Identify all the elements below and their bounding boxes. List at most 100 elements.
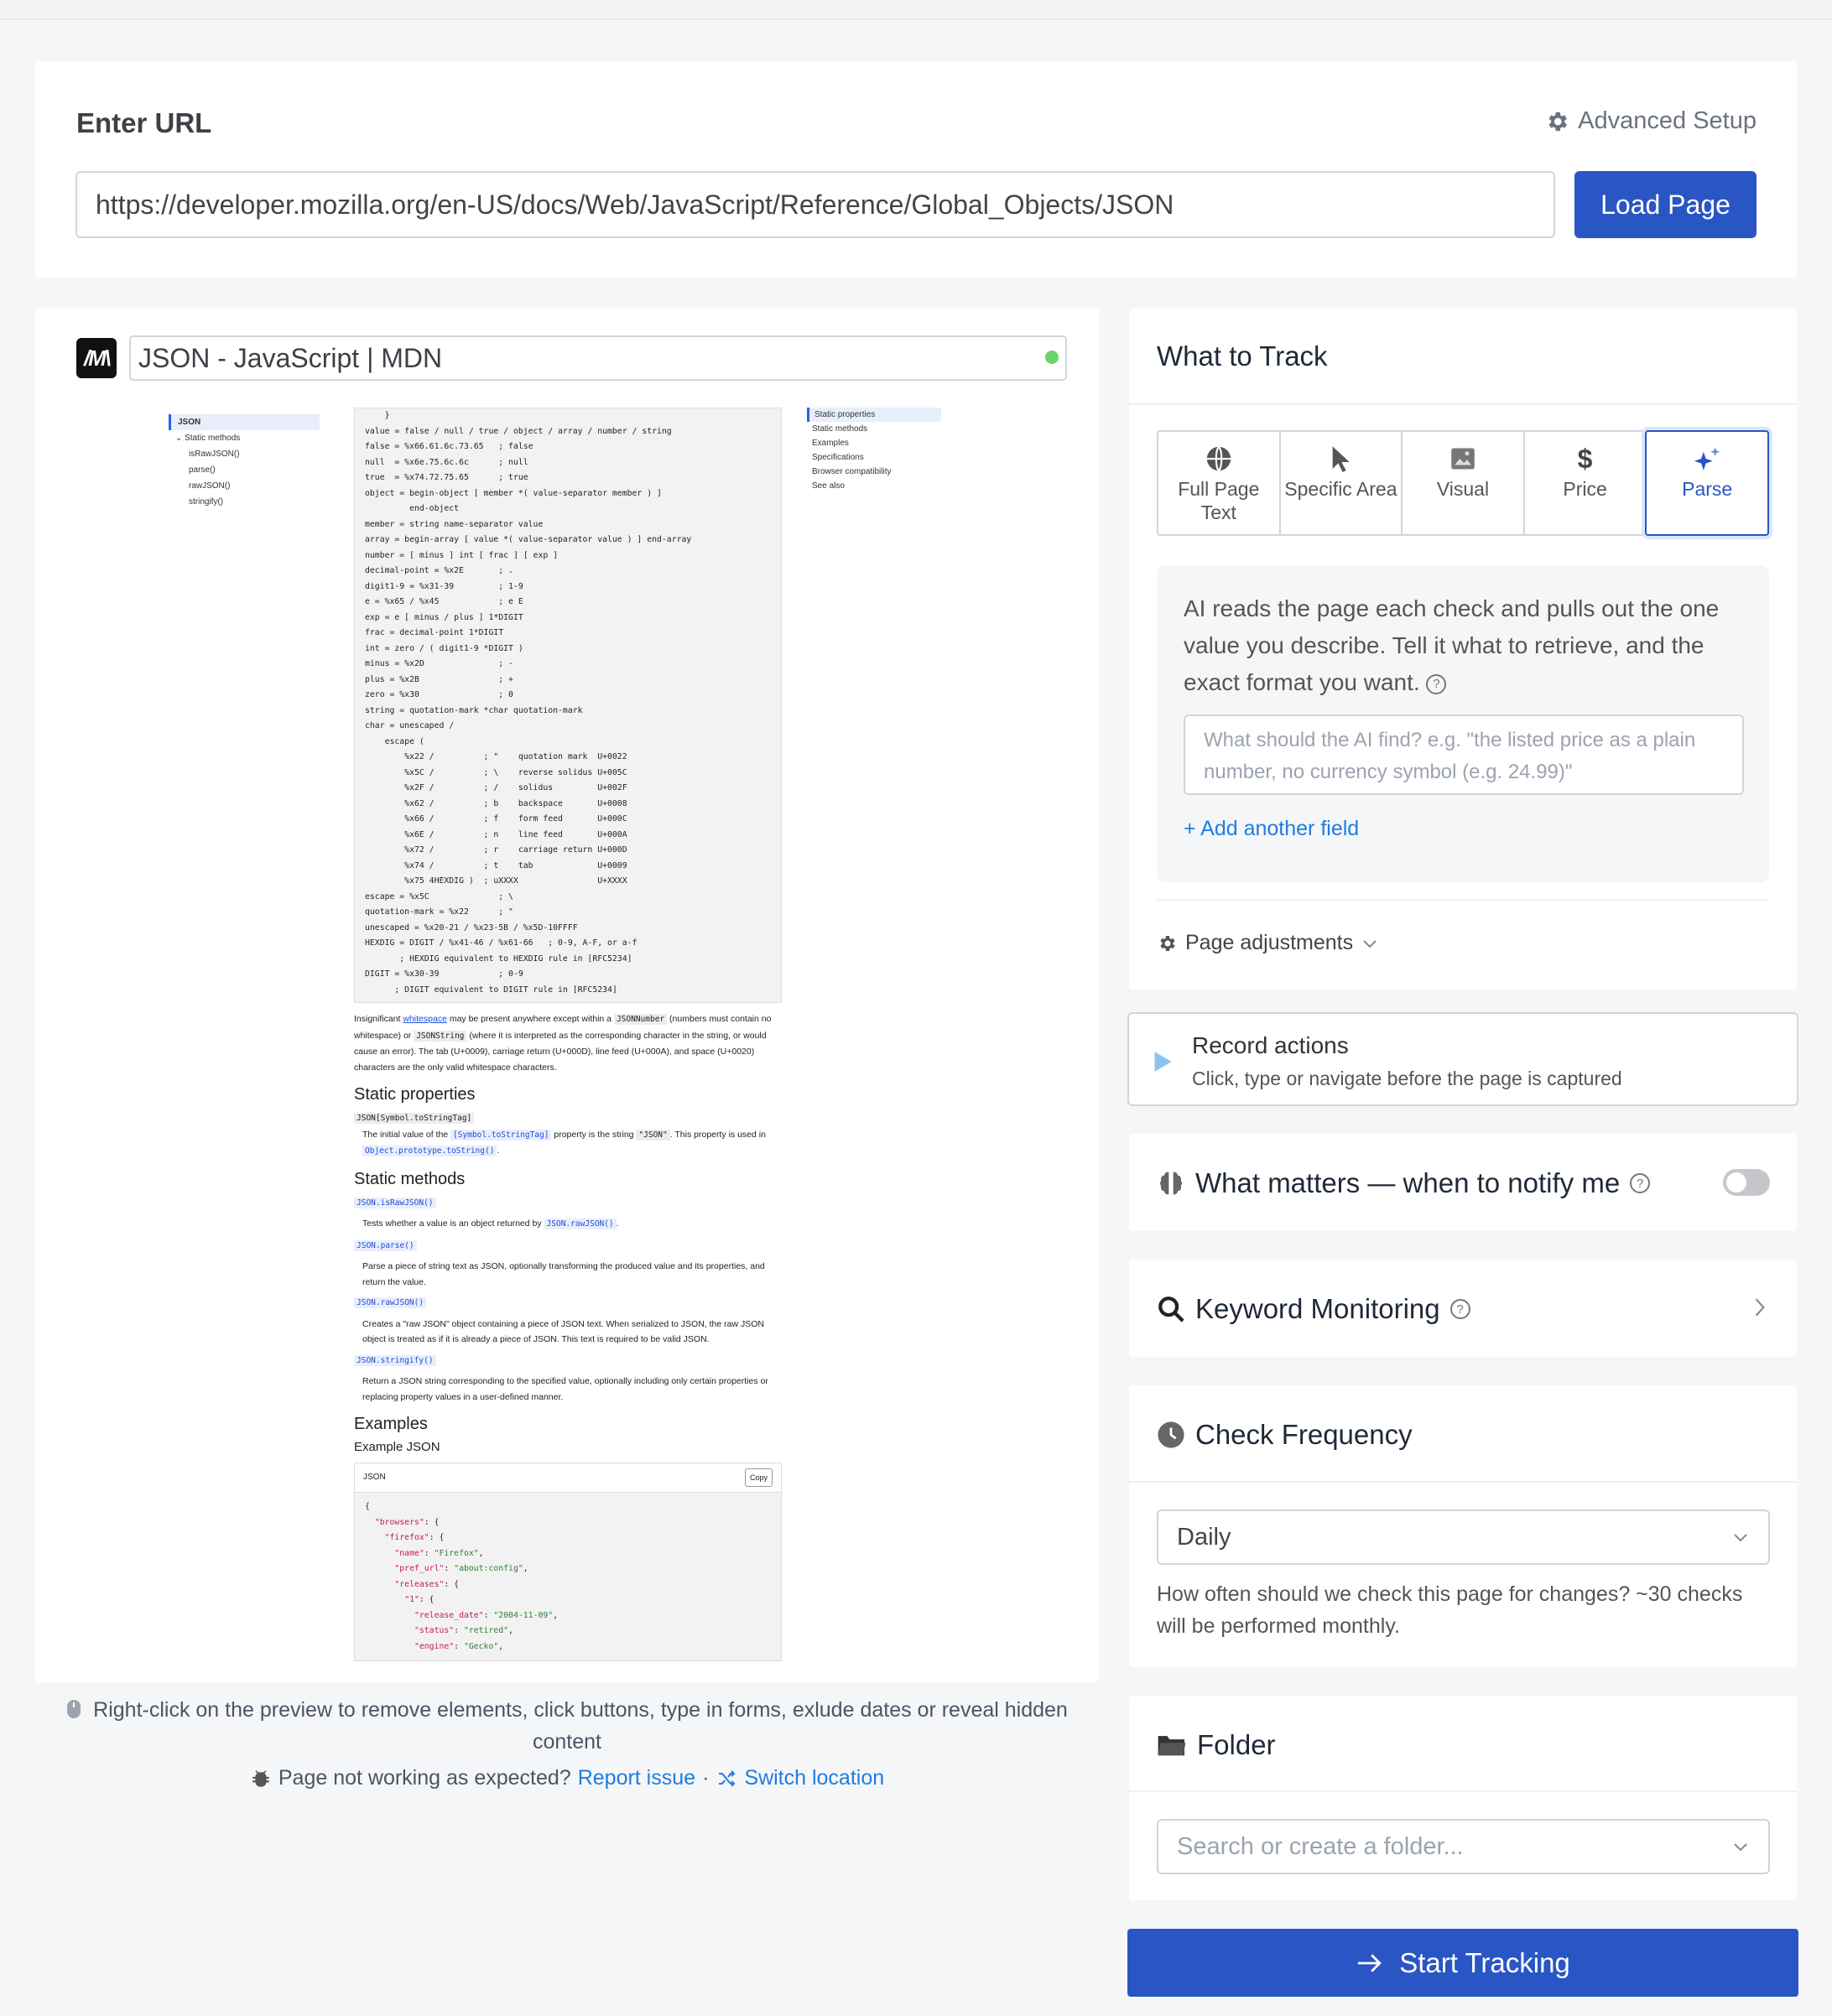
copy-button[interactable]: Copy [744, 1468, 773, 1487]
what-to-track-heading: What to Track [1157, 340, 1328, 372]
static-methods-heading: Static methods [354, 1169, 466, 1188]
json-code-line: "release_date": "2004-11-09", [414, 1610, 559, 1620]
tab-price[interactable]: $ Price [1525, 432, 1647, 534]
doc-toc-item[interactable]: Browser compatibility [807, 465, 941, 479]
add-field-button[interactable]: + Add another field [1184, 817, 1359, 841]
doc-sidebar-item[interactable]: ⌄ Static methods [169, 430, 320, 446]
what-to-track-card: What to Track Full Page Text Specific Ar… [1129, 309, 1797, 990]
tab-label: Parse [1682, 478, 1733, 500]
help-icon[interactable]: ? [1449, 1299, 1470, 1319]
json-code-line: "engine": "Gecko", [414, 1641, 504, 1651]
tab-specific-area[interactable]: Specific Area [1281, 432, 1403, 534]
tab-label: Visual [1436, 478, 1490, 500]
cursor-icon [1333, 446, 1351, 472]
json-code-line: "browsers": { [374, 1517, 440, 1527]
advanced-setup-button[interactable]: Advanced Setup [1544, 107, 1757, 135]
clock-icon [1158, 1421, 1184, 1448]
method-link[interactable]: JSON.rawJSON() [354, 1297, 427, 1308]
method-link[interactable]: JSON.parse() [354, 1239, 417, 1251]
parse-query-input[interactable]: What should the AI find? e.g. "the liste… [1184, 714, 1744, 795]
doc-sidebar-item[interactable]: rawJSON() [169, 478, 320, 494]
frequency-help: How often should we check this page for … [1157, 1582, 1743, 1638]
doc-toc-item[interactable]: See also [807, 479, 941, 493]
sparkles-icon [1694, 447, 1720, 470]
doc-sidebar-item[interactable]: JSON [169, 414, 320, 430]
advanced-setup-label: Advanced Setup [1578, 107, 1757, 134]
chevron-down-icon [1734, 1534, 1747, 1542]
url-card: Enter URL Advanced Setup https://develop… [35, 61, 1797, 278]
url-heading: Enter URL [76, 107, 212, 138]
shuffle-icon [719, 1769, 736, 1787]
json-code: { "browsers": { "firefox": { "name": "Fi… [355, 1493, 781, 1660]
search-icon [1158, 1296, 1184, 1322]
doc-sidebar-item[interactable]: isRawJSON() [169, 446, 320, 462]
doc-toc-item[interactable]: Static methods [807, 422, 941, 436]
record-actions-card[interactable]: Record actions Click, type or navigate b… [1127, 1012, 1798, 1106]
check-frequency-card: Check Frequency Daily How often should w… [1129, 1385, 1797, 1667]
load-page-button[interactable]: Load Page [1574, 171, 1757, 238]
page-title-input[interactable]: JSON - JavaScript | MDN [129, 335, 1067, 381]
tab-full-page-text[interactable]: Full Page Text [1158, 432, 1281, 534]
frequency-value: Daily [1177, 1523, 1231, 1551]
record-actions-title: Record actions [1192, 1032, 1349, 1058]
folder-search-input[interactable]: Search or create a folder... [1157, 1819, 1770, 1874]
mdn-logo-icon: /M\ [76, 338, 117, 378]
keyword-monitoring-card[interactable]: Keyword Monitoring ? [1129, 1260, 1797, 1357]
mouse-icon [67, 1700, 81, 1718]
doc-toc[interactable]: Static properties Static methods Example… [807, 408, 941, 493]
json-code-line: { [365, 1502, 370, 1511]
page-adjustments-toggle[interactable]: Page adjustments [1157, 931, 1378, 955]
tab-parse[interactable]: Parse [1645, 430, 1769, 536]
chevron-down-icon [1734, 1843, 1747, 1852]
frequency-select[interactable]: Daily [1157, 1509, 1770, 1565]
doc-toc-item[interactable]: Examples [807, 436, 941, 450]
tab-label: Full Page Text [1178, 478, 1260, 523]
image-icon [1451, 448, 1475, 470]
method-link[interactable]: JSON.isRawJSON() [354, 1197, 436, 1208]
what-matters-title: What matters — when to notify me [1195, 1167, 1621, 1198]
doc-toc-item[interactable]: Specifications [807, 450, 941, 465]
parse-description: AI reads the page each check and pulls o… [1184, 595, 1720, 695]
chevron-right-icon [1755, 1298, 1765, 1317]
gear-icon [1548, 112, 1568, 131]
json-code-line: "pref_url": "about:config", [394, 1564, 528, 1573]
method-desc: Creates a "raw JSON" object containing a… [362, 1318, 764, 1345]
doc-grammar-code: } value = false / null / true / object /… [354, 408, 782, 1003]
method-link[interactable]: JSON.stringify() [354, 1354, 436, 1366]
switch-location-link[interactable]: Switch location [716, 1766, 884, 1790]
issue-text: Page not working as expected? [278, 1766, 571, 1790]
gear-icon [1160, 935, 1175, 951]
prop-name: JSON[Symbol.toStringTag] [354, 1113, 475, 1124]
doc-sidebar[interactable]: JSON ⌄ Static methods isRawJSON() parse(… [169, 414, 320, 510]
dollar-icon: $ [1577, 444, 1593, 474]
url-input[interactable]: https://developer.mozilla.org/en-US/docs… [75, 171, 1555, 238]
divider [1129, 1481, 1797, 1483]
whitespace-paragraph: Insignificant whitespace may be present … [354, 1014, 772, 1073]
whitespace-link[interactable]: whitespace [403, 1014, 447, 1024]
play-icon [1154, 1052, 1172, 1072]
what-matters-card: What matters — when to notify me ? [1129, 1134, 1797, 1231]
notify-toggle[interactable] [1723, 1169, 1770, 1196]
report-issue-link[interactable]: Report issue [578, 1766, 695, 1790]
track-type-tabs: Full Page Text Specific Area Visual $ Pr… [1157, 430, 1769, 536]
help-icon[interactable]: ? [1426, 673, 1447, 694]
page-adjustments-label: Page adjustments [1185, 931, 1354, 954]
doc-sidebar-item[interactable]: parse() [169, 462, 320, 478]
tab-visual[interactable]: Visual [1403, 432, 1525, 534]
doc-sidebar-item[interactable]: stringify() [169, 494, 320, 510]
folder-title: Folder [1197, 1729, 1276, 1760]
method-desc: Return a JSON string corresponding to th… [362, 1376, 768, 1402]
page-preview-card: /M\ JSON - JavaScript | MDN JSON ⌄ Stati… [35, 309, 1099, 1682]
static-properties-heading: Static properties [354, 1085, 476, 1104]
record-actions-subtitle: Click, type or navigate before the page … [1192, 1068, 1622, 1089]
parse-config-panel: AI reads the page each check and pulls o… [1157, 565, 1769, 882]
divider [1129, 403, 1797, 405]
help-icon[interactable]: ? [1630, 1173, 1651, 1193]
doc-toc-item[interactable]: Static properties [807, 408, 941, 422]
example-json-heading: Example JSON [354, 1440, 440, 1454]
status-dot [1045, 351, 1059, 364]
preview-hint: Right-click on the preview to remove ele… [35, 1694, 1099, 1758]
tab-label: Price [1563, 478, 1607, 500]
doc-main-content: Insignificant whitespace may be present … [354, 1011, 782, 1661]
start-tracking-button[interactable]: Start Tracking [1127, 1929, 1798, 1997]
